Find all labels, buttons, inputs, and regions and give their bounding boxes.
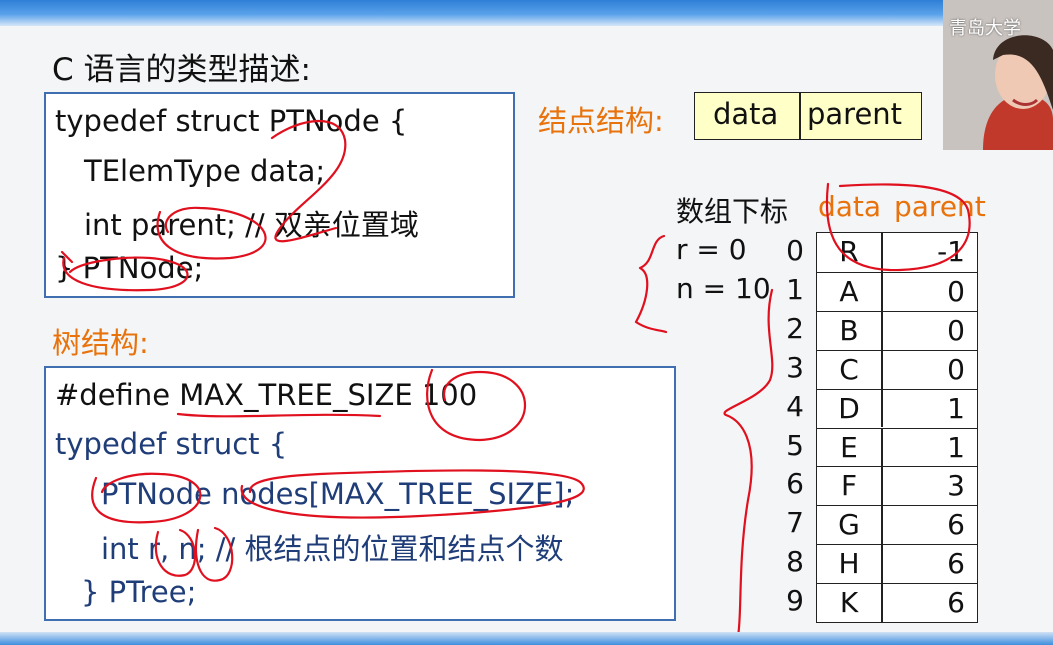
cell-data: A bbox=[839, 274, 859, 308]
array-index: 3 bbox=[786, 350, 804, 384]
column-divider bbox=[881, 428, 883, 467]
array-index: 4 bbox=[786, 389, 804, 423]
cell-parent: 6 bbox=[947, 508, 965, 542]
cell-parent: 0 bbox=[947, 274, 965, 308]
cell-parent: -1 bbox=[937, 235, 965, 268]
top-banner bbox=[0, 0, 1053, 26]
cell-parent: 6 bbox=[947, 586, 965, 620]
cell-data: B bbox=[839, 313, 859, 347]
column-divider bbox=[881, 233, 883, 272]
webcam-watermark: 青岛大学 bbox=[949, 18, 1021, 39]
tree-structure-label: 树结构: bbox=[52, 326, 149, 360]
array-parent-header: parent bbox=[894, 190, 986, 223]
cell-parent: 6 bbox=[947, 547, 965, 581]
cell-data: H bbox=[838, 547, 860, 581]
code-line: typedef struct PTNode { bbox=[55, 104, 408, 138]
field-divider bbox=[799, 93, 801, 139]
cell-data: K bbox=[839, 586, 859, 620]
column-divider bbox=[881, 506, 883, 545]
code-line: PTNode nodes[MAX_TREE_SIZE]; bbox=[101, 477, 575, 511]
column-divider bbox=[881, 584, 883, 622]
array-data-header: data bbox=[818, 190, 882, 223]
cell-data: E bbox=[840, 430, 858, 464]
node-structure-label: 结点结构: bbox=[538, 104, 664, 138]
cell-data: R bbox=[839, 235, 859, 268]
column-divider bbox=[881, 350, 883, 389]
root-position-label: r = 0 bbox=[676, 233, 747, 266]
node-struct-code-box: typedef struct PTNode { TElemType data; … bbox=[44, 92, 515, 298]
cell-data: D bbox=[838, 391, 860, 425]
cell-parent: 1 bbox=[947, 430, 965, 464]
ink-brace-index bbox=[723, 288, 774, 638]
field-parent: parent bbox=[807, 97, 903, 131]
column-divider bbox=[881, 311, 883, 350]
field-data: data bbox=[713, 97, 779, 131]
table-row: B0 bbox=[817, 310, 977, 350]
cell-parent: 0 bbox=[947, 313, 965, 347]
tree-struct-code-box: #define MAX_TREE_SIZE 100 typedef struct… bbox=[44, 366, 676, 621]
table-row: A0 bbox=[817, 271, 977, 311]
array-index: 1 bbox=[786, 272, 804, 306]
code-line: TElemType data; bbox=[84, 154, 326, 188]
column-divider bbox=[881, 272, 883, 311]
node-field-diagram: data parent bbox=[694, 92, 922, 140]
ink-brace-rn bbox=[634, 234, 668, 334]
column-divider bbox=[881, 545, 883, 584]
code-line: typedef struct { bbox=[55, 427, 288, 461]
array-index: 2 bbox=[786, 311, 804, 345]
table-row: C0 bbox=[817, 349, 977, 389]
node-count-label: n = 10 bbox=[676, 272, 771, 305]
cell-parent: 1 bbox=[947, 391, 965, 425]
array-index: 5 bbox=[786, 428, 804, 462]
cell-data: F bbox=[840, 469, 858, 503]
column-divider bbox=[881, 467, 883, 506]
table-row: D1 bbox=[817, 388, 977, 428]
table-row: R -1 bbox=[817, 233, 977, 272]
array-index: 9 bbox=[786, 584, 804, 618]
bottom-banner bbox=[0, 632, 1053, 645]
code-line: #define MAX_TREE_SIZE 100 bbox=[55, 378, 478, 412]
cell-data: G bbox=[838, 508, 860, 542]
table-row: E1 bbox=[817, 427, 977, 467]
table-row: H6 bbox=[817, 544, 977, 584]
column-divider bbox=[881, 389, 883, 428]
code-line: int parent; // 双亲位置域 bbox=[84, 208, 419, 242]
array-index: 8 bbox=[786, 545, 804, 579]
cell-parent: 3 bbox=[947, 469, 965, 503]
cell-data: C bbox=[839, 352, 859, 386]
code-line: int r, n; // 根结点的位置和结点个数 bbox=[101, 532, 564, 566]
array-index: 7 bbox=[786, 506, 804, 540]
table-row: G6 bbox=[817, 505, 977, 545]
parent-array-table: R -1 A 0 B 0 C 0 D 1 E 1 F 3 G 6 H 6 K 6 bbox=[816, 232, 978, 623]
code-line: } PTree; bbox=[81, 575, 197, 609]
page-title: C 语言的类型描述: bbox=[52, 52, 311, 88]
array-index: 6 bbox=[786, 467, 804, 501]
table-row: K6 bbox=[817, 583, 977, 622]
array-index-header: 数组下标 bbox=[676, 195, 789, 228]
cell-parent: 0 bbox=[947, 352, 965, 386]
array-index: 0 bbox=[786, 234, 804, 267]
code-line: } PTNode; bbox=[55, 251, 204, 285]
presenter-webcam: 青岛大学 bbox=[943, 0, 1053, 150]
table-row: F3 bbox=[817, 466, 977, 506]
